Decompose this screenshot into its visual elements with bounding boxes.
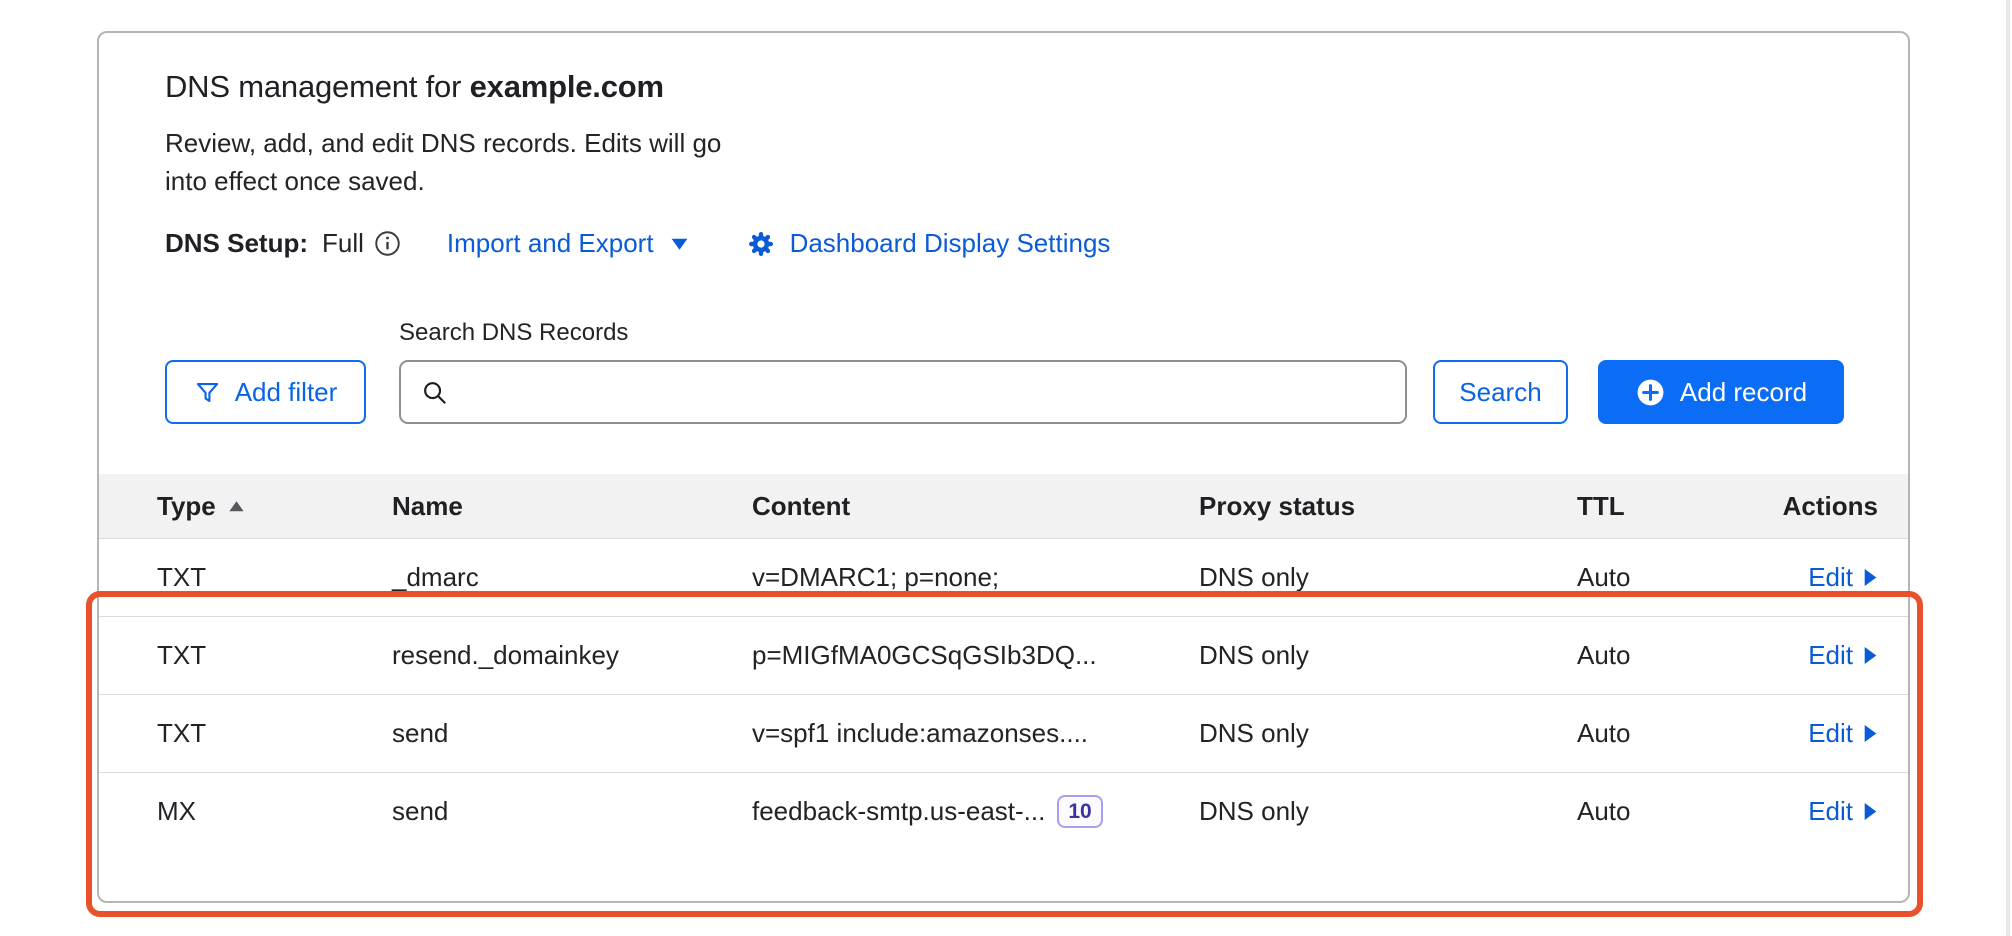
dns-setup-label: DNS Setup:: [165, 228, 308, 259]
add-record-label: Add record: [1680, 377, 1807, 408]
chevron-down-icon: [670, 237, 689, 251]
cell-proxy-status: DNS only: [1199, 796, 1577, 827]
cell-content: p=MIGfMA0GCSqGSIb3DQ...: [752, 640, 1199, 671]
import-export-label: Import and Export: [447, 228, 654, 259]
cell-content: v=DMARC1; p=none;: [752, 562, 1199, 593]
edit-record-button[interactable]: Edit: [1808, 718, 1878, 749]
cell-proxy-status: DNS only: [1199, 562, 1577, 593]
cell-type: MX: [157, 796, 392, 827]
mx-priority-badge: 10: [1057, 795, 1102, 828]
add-filter-button[interactable]: Add filter: [165, 360, 366, 424]
edit-record-button[interactable]: Edit: [1808, 640, 1878, 671]
page-title-prefix: DNS management for: [165, 69, 470, 104]
dns-setup-row: DNS Setup: Full Import and Export: [165, 228, 1844, 259]
chevron-right-icon: [1863, 724, 1878, 743]
cell-content: v=spf1 include:amazonses....: [752, 718, 1199, 749]
search-input[interactable]: [448, 362, 1405, 422]
import-export-link[interactable]: Import and Export: [447, 228, 689, 259]
table-row: TXT _dmarc v=DMARC1; p=none; DNS only Au…: [99, 538, 1908, 616]
dns-setup-value: Full: [322, 228, 364, 259]
cell-name: send: [392, 796, 752, 827]
dns-management-card: DNS management for example.com Review, a…: [97, 31, 1910, 903]
cell-name: resend._domainkey: [392, 640, 752, 671]
add-filter-label: Add filter: [235, 377, 338, 408]
gear-icon: [747, 230, 775, 258]
plus-circle-icon: [1635, 377, 1666, 408]
scrollbar-track[interactable]: [2006, 0, 2010, 936]
table-header-row: Type Name Content Proxy status TTL Actio…: [99, 474, 1908, 538]
cell-name: send: [392, 718, 752, 749]
table-row: TXT send v=spf1 include:amazonses.... DN…: [99, 694, 1908, 772]
table-row: TXT resend._domainkey p=MIGfMA0GCSqGSIb3…: [99, 616, 1908, 694]
column-header-type[interactable]: Type: [157, 491, 392, 522]
cell-proxy-status: DNS only: [1199, 640, 1577, 671]
cell-ttl: Auto: [1577, 562, 1765, 593]
column-header-actions: Actions: [1783, 491, 1878, 522]
dashboard-display-settings-link[interactable]: Dashboard Display Settings: [747, 228, 1111, 259]
dashboard-display-settings-label: Dashboard Display Settings: [790, 228, 1111, 259]
edit-record-button[interactable]: Edit: [1808, 562, 1878, 593]
search-section: Search DNS Records Add filter: [165, 319, 1844, 424]
column-header-content[interactable]: Content: [752, 491, 1199, 522]
sort-ascending-icon: [228, 500, 245, 513]
search-button[interactable]: Search: [1433, 360, 1568, 424]
info-icon[interactable]: [374, 230, 401, 257]
cell-proxy-status: DNS only: [1199, 718, 1577, 749]
column-header-ttl[interactable]: TTL: [1577, 491, 1765, 522]
search-icon: [421, 379, 448, 406]
cell-ttl: Auto: [1577, 796, 1765, 827]
column-header-name[interactable]: Name: [392, 491, 752, 522]
add-record-button[interactable]: Add record: [1598, 360, 1844, 424]
table-row: MX send feedback-smtp.us-east-... 10 DNS…: [99, 772, 1908, 850]
chevron-right-icon: [1863, 802, 1878, 821]
filter-funnel-icon: [194, 379, 221, 406]
search-input-container: [399, 360, 1407, 424]
chevron-right-icon: [1863, 646, 1878, 665]
page-title-domain: example.com: [470, 69, 664, 104]
search-label: Search DNS Records: [399, 319, 1844, 347]
chevron-right-icon: [1863, 568, 1878, 587]
page-subtitle: Review, add, and edit DNS records. Edits…: [165, 125, 723, 200]
dns-records-table: Type Name Content Proxy status TTL Actio…: [99, 474, 1908, 850]
cell-name: _dmarc: [392, 562, 752, 593]
cell-type: TXT: [157, 562, 392, 593]
column-header-proxy-status[interactable]: Proxy status: [1199, 491, 1577, 522]
cell-type: TXT: [157, 640, 392, 671]
page-title: DNS management for example.com: [165, 69, 1844, 105]
cell-ttl: Auto: [1577, 640, 1765, 671]
edit-record-button[interactable]: Edit: [1808, 796, 1878, 827]
cell-ttl: Auto: [1577, 718, 1765, 749]
cell-type: TXT: [157, 718, 392, 749]
cell-content: feedback-smtp.us-east-... 10: [752, 795, 1199, 828]
search-button-label: Search: [1459, 377, 1541, 408]
